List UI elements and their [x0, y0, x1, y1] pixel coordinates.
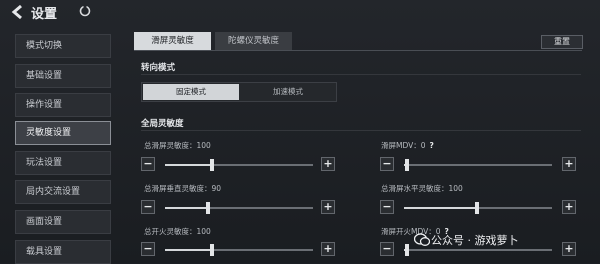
sidebar-item-label: 基础设置: [26, 71, 63, 81]
slider-label: 总滑屏垂直灵敏度：90: [144, 184, 222, 193]
tab-gyro-sensitivity[interactable]: 陀螺仪灵敏度: [215, 32, 292, 50]
increase-button[interactable]: +: [562, 157, 576, 171]
section-divider: [141, 130, 581, 131]
slider-fill: [165, 207, 208, 209]
horizontal-swipe-slider[interactable]: [404, 202, 552, 214]
sidebar-item-communication[interactable]: 局内交流设置: [15, 180, 111, 204]
help-icon[interactable]: ?: [430, 141, 434, 150]
slider-thumb[interactable]: [210, 159, 215, 171]
reset-button[interactable]: 重置: [541, 35, 583, 49]
increase-button[interactable]: +: [321, 242, 335, 256]
total-swipe-slider[interactable]: [165, 159, 313, 171]
decrease-button[interactable]: −: [141, 157, 155, 171]
sidebar-item-graphics[interactable]: 画面设置: [15, 210, 111, 234]
accel-mode-option[interactable]: 加速模式: [241, 84, 335, 100]
increase-button[interactable]: +: [562, 200, 576, 214]
watermark: 公众号 · 游戏萝卜: [431, 234, 519, 247]
slider-fill: [404, 207, 477, 209]
sidebar-item-gameplay[interactable]: 玩法设置: [15, 151, 111, 175]
vertical-swipe-slider[interactable]: [165, 202, 313, 214]
global-sensitivity-title: 全局灵敏度: [141, 119, 184, 129]
increase-button[interactable]: +: [321, 200, 335, 214]
slider-fill: [165, 164, 213, 166]
fixed-mode-option[interactable]: 固定模式: [143, 84, 239, 100]
decrease-button[interactable]: −: [380, 242, 394, 256]
sidebar-item-label: 模式切换: [26, 41, 63, 51]
section-divider: [141, 74, 581, 75]
sidebar-item-label: 局内交流设置: [26, 187, 81, 197]
slider-label: 总滑屏水平灵敏度：100: [381, 184, 463, 193]
settings-screen: 设置 模式切换 基础设置 操作设置 灵敏度设置 玩法设置 局内交流设置 画面设置…: [0, 0, 600, 264]
sidebar-item-label: 灵敏度设置: [26, 128, 72, 138]
sidebar-item-sensitivity[interactable]: 灵敏度设置: [15, 121, 111, 145]
slider-thumb[interactable]: [404, 159, 409, 171]
wechat-icon: [414, 233, 430, 246]
decrease-button[interactable]: −: [141, 242, 155, 256]
sidebar-item-label: 玩法设置: [26, 158, 63, 168]
refresh-icon[interactable]: [79, 5, 91, 17]
increase-button[interactable]: +: [562, 242, 576, 256]
back-arrow-icon[interactable]: [10, 4, 24, 20]
slider-thumb[interactable]: [205, 202, 210, 214]
decrease-button[interactable]: −: [141, 200, 155, 214]
slider-label: 总开火灵敏度：100: [144, 227, 211, 236]
slider-thumb[interactable]: [404, 244, 409, 256]
sidebar-item-label: 画面设置: [26, 217, 63, 227]
slider-label: 总滑屏灵敏度：100: [144, 141, 211, 150]
swipe-mdv-slider[interactable]: [404, 159, 552, 171]
slider-fill: [165, 249, 213, 251]
slider-thumb[interactable]: [474, 202, 479, 214]
page-title: 设置: [31, 7, 58, 22]
sidebar-item-vehicle[interactable]: 载具设置: [15, 240, 111, 264]
fire-mdv-slider[interactable]: [404, 244, 552, 256]
header: 设置: [0, 0, 600, 24]
decrease-button[interactable]: −: [380, 200, 394, 214]
tab-swipe-sensitivity[interactable]: 滑屏灵敏度: [134, 32, 211, 50]
sidebar-item-label: 操作设置: [26, 100, 63, 110]
sidebar-item-label: 载具设置: [26, 247, 63, 257]
decrease-button[interactable]: −: [380, 157, 394, 171]
sidebar-item-controls[interactable]: 操作设置: [15, 93, 111, 117]
slider-label: 滑屏MDV：0?: [381, 141, 434, 150]
tab-divider: [134, 50, 582, 51]
slider-thumb[interactable]: [210, 244, 215, 256]
sidebar-item-mode-switch[interactable]: 模式切换: [15, 34, 111, 58]
turn-mode-title: 转向模式: [141, 63, 176, 73]
fire-sensitivity-slider[interactable]: [165, 244, 313, 256]
increase-button[interactable]: +: [321, 157, 335, 171]
sidebar-item-basic[interactable]: 基础设置: [15, 64, 111, 88]
